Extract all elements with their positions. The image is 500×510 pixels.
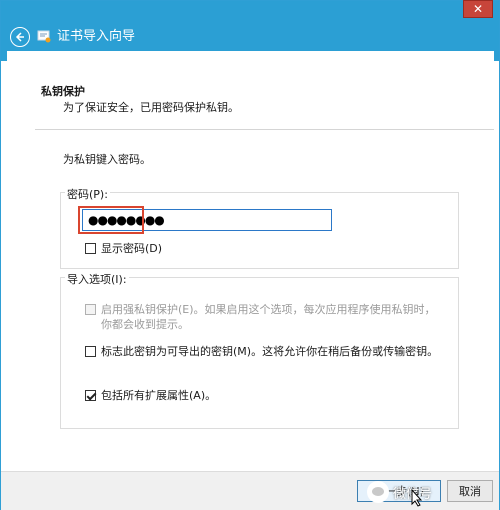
extended-properties-label: 包括所有扩展属性(A)。: [101, 389, 217, 402]
show-password-row[interactable]: 显示密码(D): [85, 241, 162, 256]
wizard-header: 证书导入向导: [1, 23, 499, 51]
extended-properties-row[interactable]: 包括所有扩展属性(A)。: [85, 388, 445, 403]
show-password-label: 显示密码(D): [101, 242, 163, 255]
back-arrow-icon: [15, 32, 24, 42]
wizard-footer: 下一步(N) 取消: [1, 471, 499, 510]
password-groupbox: 密码(P): 显示密码(D): [60, 188, 459, 269]
section-description: 为了保证安全，已用密码保护私钥。: [63, 101, 239, 114]
section-title: 私钥保护: [41, 85, 85, 98]
certificate-icon: [37, 30, 51, 43]
show-password-checkbox[interactable]: [85, 243, 96, 254]
wizard-title: 证书导入向导: [57, 29, 136, 44]
back-button[interactable]: [10, 27, 30, 47]
password-highlight-box: [78, 206, 144, 234]
exportable-key-row[interactable]: 标志此密钥为可导出的密钥(M)。这将允许你在稍后备份或传输密钥。: [85, 344, 445, 359]
password-prompt: 为私钥键入密码。: [63, 153, 151, 166]
strong-protection-label: 启用强私钥保护(E)。如果启用这个选项，每次应用程序使用私钥时，你都会收到提示。: [101, 303, 436, 331]
exportable-key-label: 标志此密钥为可导出的密钥(M)。这将允许你在稍后备份或传输密钥。: [101, 345, 439, 358]
close-icon: ✕: [472, 2, 484, 16]
close-button[interactable]: ✕: [463, 0, 493, 18]
extended-properties-checkbox[interactable]: [85, 390, 96, 401]
import-options-groupbox: 导入选项(I): 启用强私钥保护(E)。如果启用这个选项，每次应用程序使用私钥时…: [60, 273, 459, 429]
next-button[interactable]: 下一步(N): [357, 480, 441, 502]
cancel-button[interactable]: 取消: [447, 480, 493, 502]
password-label: 密码(P):: [65, 188, 110, 201]
exportable-key-checkbox[interactable]: [85, 346, 96, 357]
header-divider: [35, 129, 494, 130]
wizard-content: 私钥保护 为了保证安全，已用密码保护私钥。 为私钥键入密码。 密码(P): 显示…: [7, 51, 494, 471]
strong-protection-checkbox: [85, 304, 96, 315]
certificate-import-wizard-window: ✕ 证书导入向导 私钥保护 为了保证安全，已用密码保护私钥。 为私钥键入密码。 …: [0, 0, 500, 510]
strong-protection-row: 启用强私钥保护(E)。如果启用这个选项，每次应用程序使用私钥时，你都会收到提示。: [85, 302, 445, 332]
import-options-label: 导入选项(I):: [65, 273, 129, 286]
mouse-cursor-icon: [411, 489, 423, 507]
